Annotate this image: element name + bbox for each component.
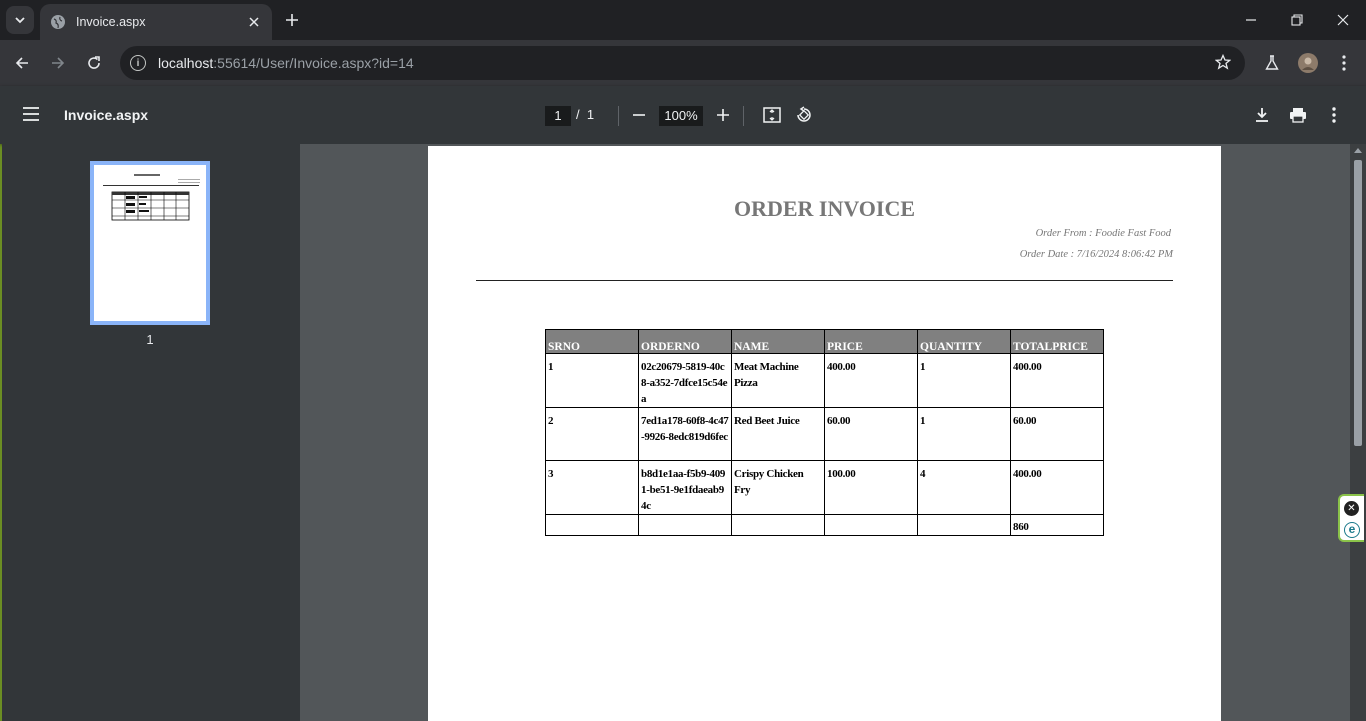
divider [618, 106, 619, 126]
hamburger-icon[interactable] [22, 106, 40, 127]
minimize-icon[interactable] [1239, 8, 1263, 32]
info-icon[interactable]: i [130, 55, 146, 71]
table-cell: 3 [545, 460, 639, 515]
extension-widget[interactable]: ✕ e [1338, 494, 1364, 542]
star-icon[interactable] [1214, 53, 1232, 75]
scrollbar-thumb[interactable] [1354, 160, 1362, 446]
table-cell: 100.00 [824, 460, 918, 515]
print-icon[interactable] [1286, 103, 1310, 127]
table-cell: Red Beet Juice [731, 407, 825, 461]
page-separator: / [576, 107, 580, 122]
zoom-level-input[interactable]: 100% [659, 106, 703, 126]
table-row: 3 b8d1e1aa-f5b9-4091-be51-9e1fdaeab94c C… [545, 460, 1104, 515]
profile-avatar[interactable] [1296, 51, 1320, 75]
column-header: PRICE [824, 329, 918, 354]
url-host: localhost [158, 55, 214, 71]
table-cell [731, 514, 825, 536]
table-row: 2 7ed1a178-60f8-4c47-9926-8edc819d6fec R… [545, 407, 1104, 461]
table-cell: 400.00 [1010, 460, 1104, 515]
more-icon[interactable] [1322, 103, 1346, 127]
page-count: / 1 [576, 107, 594, 122]
table-cell: b8d1e1aa-f5b9-4091-be51-9e1fdaeab94c [638, 460, 732, 515]
table-cell: Meat Machine Pizza [731, 353, 825, 408]
invoice-title: ORDER INVOICE [733, 196, 916, 221]
browser-toolbar: i localhost:55614/User/Invoice.aspx?id=1… [0, 40, 1366, 86]
total-row: 860 [545, 514, 1104, 536]
browser-tab[interactable]: Invoice.aspx [40, 4, 272, 40]
table-cell [917, 514, 1011, 536]
close-icon[interactable] [246, 14, 262, 30]
pdf-viewport[interactable]: ORDER INVOICE Order From : Foodie Fast F… [300, 144, 1350, 721]
extension-e-icon[interactable]: e [1344, 522, 1360, 538]
column-header: NAME [731, 329, 825, 354]
vertical-scrollbar[interactable] [1350, 144, 1366, 721]
table-cell: 4 [917, 460, 1011, 515]
pdf-doc-title: Invoice.aspx [64, 107, 149, 123]
table-header-row: SRNO ORDERNO NAME PRICE QUANTITY TOTALPR… [545, 329, 1104, 354]
pdf-toolbar: Invoice.aspx 1 / 1 100% [0, 86, 1366, 144]
window-close-icon[interactable] [1331, 8, 1355, 32]
fit-page-icon[interactable] [760, 103, 784, 127]
table-cell: 400.00 [1010, 353, 1104, 408]
grand-total: 860 [1010, 514, 1104, 536]
zoom-in-icon[interactable] [711, 103, 735, 127]
table-cell: 02c20679-5819-40c8-a352-7dfce15c54ea [638, 353, 732, 408]
table-cell: 2 [545, 407, 639, 461]
labs-icon[interactable] [1260, 51, 1284, 75]
table-cell: 1 [545, 353, 639, 408]
table-row: 1 02c20679-5819-40c8-a352-7dfce15c54ea M… [545, 353, 1104, 408]
order-date: Order Date : 7/16/2024 8:06:42 PM [1019, 249, 1173, 260]
table-cell [824, 514, 918, 536]
download-icon[interactable] [1250, 103, 1274, 127]
table-cell: Crispy Chicken Fry [731, 460, 825, 515]
zoom-out-icon[interactable] [627, 103, 651, 127]
table-cell [638, 514, 732, 536]
table-cell: 60.00 [824, 407, 918, 461]
table-cell [545, 514, 639, 536]
tab-search-icon[interactable] [6, 6, 34, 34]
tab-strip: Invoice.aspx [0, 0, 1366, 40]
header-rule [476, 280, 1173, 281]
thumbnail-sidebar: 1 [2, 144, 300, 721]
kebab-menu-icon[interactable] [1332, 51, 1356, 75]
page-number-input[interactable]: 1 [545, 106, 571, 126]
reload-icon[interactable] [82, 51, 106, 75]
table-cell: 60.00 [1010, 407, 1104, 461]
column-header: ORDERNO [638, 329, 732, 354]
page-thumbnail[interactable] [90, 161, 210, 325]
table-cell: 1 [917, 407, 1011, 461]
tab-title: Invoice.aspx [76, 15, 146, 29]
scroll-up-icon[interactable] [1354, 148, 1362, 153]
close-circle-icon[interactable]: ✕ [1344, 501, 1359, 516]
back-icon[interactable] [10, 51, 34, 75]
restore-icon[interactable] [1285, 8, 1309, 32]
url-path: :55614/User/Invoice.aspx?id=14 [213, 55, 414, 71]
order-from: Order From : Foodie Fast Food [1035, 228, 1171, 239]
table-cell: 400.00 [824, 353, 918, 408]
column-header: TOTALPRICE [1010, 329, 1104, 354]
address-bar[interactable]: i localhost:55614/User/Invoice.aspx?id=1… [120, 46, 1245, 80]
total-pages: 1 [586, 107, 595, 122]
thumbnail-preview [94, 165, 206, 321]
table-cell: 7ed1a178-60f8-4c47-9926-8edc819d6fec [638, 407, 732, 461]
new-tab-icon[interactable] [280, 8, 304, 32]
rotate-icon[interactable] [792, 103, 816, 127]
divider [743, 106, 744, 126]
thumbnail-page-number: 1 [146, 332, 154, 347]
invoice-table: SRNO ORDERNO NAME PRICE QUANTITY TOTALPR… [545, 329, 1104, 536]
globe-icon [50, 14, 66, 30]
column-header: SRNO [545, 329, 639, 354]
table-cell: 1 [917, 353, 1011, 408]
forward-icon[interactable] [46, 51, 70, 75]
column-header: QUANTITY [917, 329, 1011, 354]
pdf-page: ORDER INVOICE Order From : Foodie Fast F… [428, 146, 1221, 721]
